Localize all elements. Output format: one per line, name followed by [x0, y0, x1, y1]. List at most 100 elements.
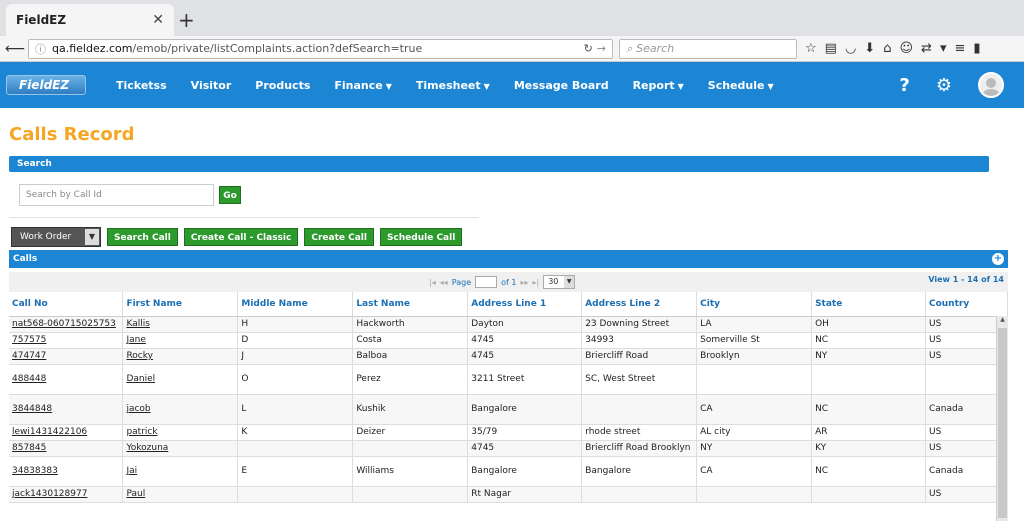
column-header[interactable]: Middle Name	[237, 292, 354, 317]
first-name-link[interactable]: Daniel	[122, 364, 239, 395]
create-call-classic-button[interactable]: Create Call - Classic	[183, 228, 299, 246]
schedule-call-button[interactable]: Schedule Call	[379, 228, 463, 246]
menu-item-report[interactable]: Report ▼	[633, 79, 684, 92]
table-row[interactable]: nat568-060715025753 Kallis H Hackworth Dayto…	[9, 316, 1009, 333]
table-cell	[352, 486, 469, 503]
call-no-link[interactable]: 857845	[9, 440, 124, 457]
call-id-search-input[interactable]: Search by Call Id	[19, 184, 214, 206]
browser-navbar: ⟵ ⓘ qa.fieldez.com /emob/private/listCom…	[0, 36, 1024, 62]
next-page-icon[interactable]: ▸▸	[520, 278, 528, 287]
column-header[interactable]: Last Name	[352, 292, 469, 317]
create-call-button[interactable]: Create Call	[304, 228, 374, 246]
column-header[interactable]: Country	[925, 292, 1009, 317]
column-header[interactable]: First Name	[122, 292, 239, 317]
first-name-link[interactable]: Jai	[122, 456, 239, 487]
page-number-input[interactable]	[475, 276, 498, 288]
table-row[interactable]: 474747 Rocky J Balboa 4745 Briercliff Road Bro…	[9, 348, 1009, 365]
arrow-right-icon[interactable]: →	[597, 42, 606, 55]
table-cell: Kushik	[352, 394, 469, 425]
last-page-icon[interactable]: ▸|	[533, 278, 540, 287]
menu-item-products[interactable]: Products	[255, 79, 310, 92]
table-scrollbar[interactable]: ▲	[996, 316, 1008, 521]
expand-icon[interactable]: +	[992, 253, 1004, 265]
go-button[interactable]: Go	[219, 186, 241, 204]
table-cell: Costa	[352, 332, 469, 349]
view-records-info: View 1 - 14 of 14	[928, 275, 1004, 284]
download-icon[interactable]: ⬇	[864, 41, 875, 56]
first-name-link[interactable]: jacob	[122, 394, 239, 425]
call-no-link[interactable]: 488448	[9, 364, 124, 395]
first-name-link[interactable]: patrick	[122, 424, 239, 441]
back-icon[interactable]: ⟵	[4, 41, 26, 57]
bookmark-star-icon[interactable]: ☆	[805, 41, 817, 56]
new-tab-icon[interactable]: +	[178, 8, 195, 32]
pocket-icon[interactable]: ◡	[845, 41, 856, 56]
table-cell: CA	[696, 456, 813, 487]
menu-item-tickets[interactable]: Ticketss	[116, 79, 167, 92]
fieldez-logo[interactable]: FieldEZ	[6, 75, 86, 95]
menu-item-finance[interactable]: Finance ▼	[334, 79, 392, 92]
table-row[interactable]: jack1430128977 Paul Rt Nagar US	[9, 486, 1009, 503]
call-no-link[interactable]: nat568-060715025753	[9, 316, 124, 333]
call-no-link[interactable]: lewi1431422106	[9, 424, 124, 441]
avatar[interactable]	[978, 72, 1004, 98]
scrollbar-thumb[interactable]	[998, 328, 1007, 518]
hamburger-menu-icon[interactable]: ≡	[954, 41, 965, 56]
browser-tabbar: FieldEZ ✕ +	[0, 0, 1024, 36]
column-header[interactable]: Address Line 1	[467, 292, 583, 317]
pager: |◂ ◂◂ Page of 1 ▸▸ ▸| 30 ▼	[429, 275, 576, 289]
column-header[interactable]: Call No	[9, 292, 124, 317]
info-icon[interactable]: ⓘ	[35, 41, 46, 57]
call-no-link[interactable]: 3844848	[9, 394, 124, 425]
column-header[interactable]: Address Line 2	[581, 292, 698, 317]
url-bar[interactable]: ⓘ qa.fieldez.com /emob/private/listCompl…	[28, 38, 613, 59]
call-no-link[interactable]: 757575	[9, 332, 124, 349]
call-no-link[interactable]: 34838383	[9, 456, 124, 487]
chevron-down-icon: ▼	[85, 229, 99, 245]
sync-icon[interactable]: ⇄	[921, 41, 932, 56]
table-row[interactable]: 488448 Daniel O Perez 3211 Street SC, West St…	[9, 364, 1009, 395]
help-icon[interactable]: ?	[899, 75, 909, 96]
first-name-link[interactable]: Jane	[122, 332, 239, 349]
rows-per-page-select[interactable]: 30 ▼	[543, 275, 576, 289]
table-row[interactable]: 757575 Jane D Costa 4745 34993 Somerville St NC…	[9, 332, 1009, 349]
call-no-link[interactable]: jack1430128977	[9, 486, 124, 503]
table-row[interactable]: 3844848 jacob L Kushik Bangalore CA NC Canada	[9, 394, 1009, 425]
column-header[interactable]: City	[696, 292, 813, 317]
first-name-link[interactable]: Kallis	[122, 316, 239, 333]
work-order-select[interactable]: Work Order ▼	[11, 227, 101, 247]
first-name-link[interactable]: Rocky	[122, 348, 239, 365]
extension-icon[interactable]: ▮	[973, 41, 980, 56]
menu-item-visitor[interactable]: Visitor	[191, 79, 232, 92]
emoji-icon[interactable]: ☺	[899, 41, 913, 56]
menu-item-message-board[interactable]: Message Board	[514, 79, 609, 92]
app-header: FieldEZ Ticketss Visitor Products Financ…	[0, 62, 1024, 108]
first-page-icon[interactable]: |◂	[429, 278, 436, 287]
table-cell: OH	[811, 316, 926, 333]
first-name-link[interactable]: Yokozuna	[122, 440, 239, 457]
menu-item-schedule[interactable]: Schedule ▼	[708, 79, 774, 92]
url-domain: qa.fieldez.com	[52, 42, 133, 55]
table-cell: H	[237, 316, 354, 333]
scroll-up-icon[interactable]: ▲	[997, 316, 1008, 327]
browser-tab[interactable]: FieldEZ ✕	[6, 4, 174, 36]
menu-item-timesheet[interactable]: Timesheet ▼	[416, 79, 490, 92]
overflow-icon[interactable]: ▾	[940, 41, 947, 56]
prev-page-icon[interactable]: ◂◂	[440, 278, 448, 287]
table-row[interactable]: 34838383 Jai E Williams Bangalore Bangalore CA…	[9, 456, 1009, 487]
table-cell: O	[237, 364, 354, 395]
column-header[interactable]: State	[811, 292, 926, 317]
reload-icon[interactable]: ↻	[584, 42, 593, 55]
call-no-link[interactable]: 474747	[9, 348, 124, 365]
table-cell: Bangalore	[581, 456, 698, 487]
table-row[interactable]: 857845 Yokozuna 4745 Briercliff Road Brookl…	[9, 440, 1009, 457]
home-icon[interactable]: ⌂	[883, 41, 891, 56]
close-icon[interactable]: ✕	[152, 12, 164, 28]
gear-icon[interactable]: ⚙	[936, 75, 952, 96]
search-call-button[interactable]: Search Call	[107, 228, 178, 246]
reading-list-icon[interactable]: ▤	[825, 41, 837, 56]
table-row[interactable]: lewi1431422106 patrick K Deizer 35/79 rhode s…	[9, 424, 1009, 441]
first-name-link[interactable]: Paul	[122, 486, 239, 503]
main-menu: Ticketss Visitor Products Finance ▼ Times…	[116, 79, 798, 92]
browser-search-input[interactable]: ⌕ Search	[619, 38, 797, 59]
